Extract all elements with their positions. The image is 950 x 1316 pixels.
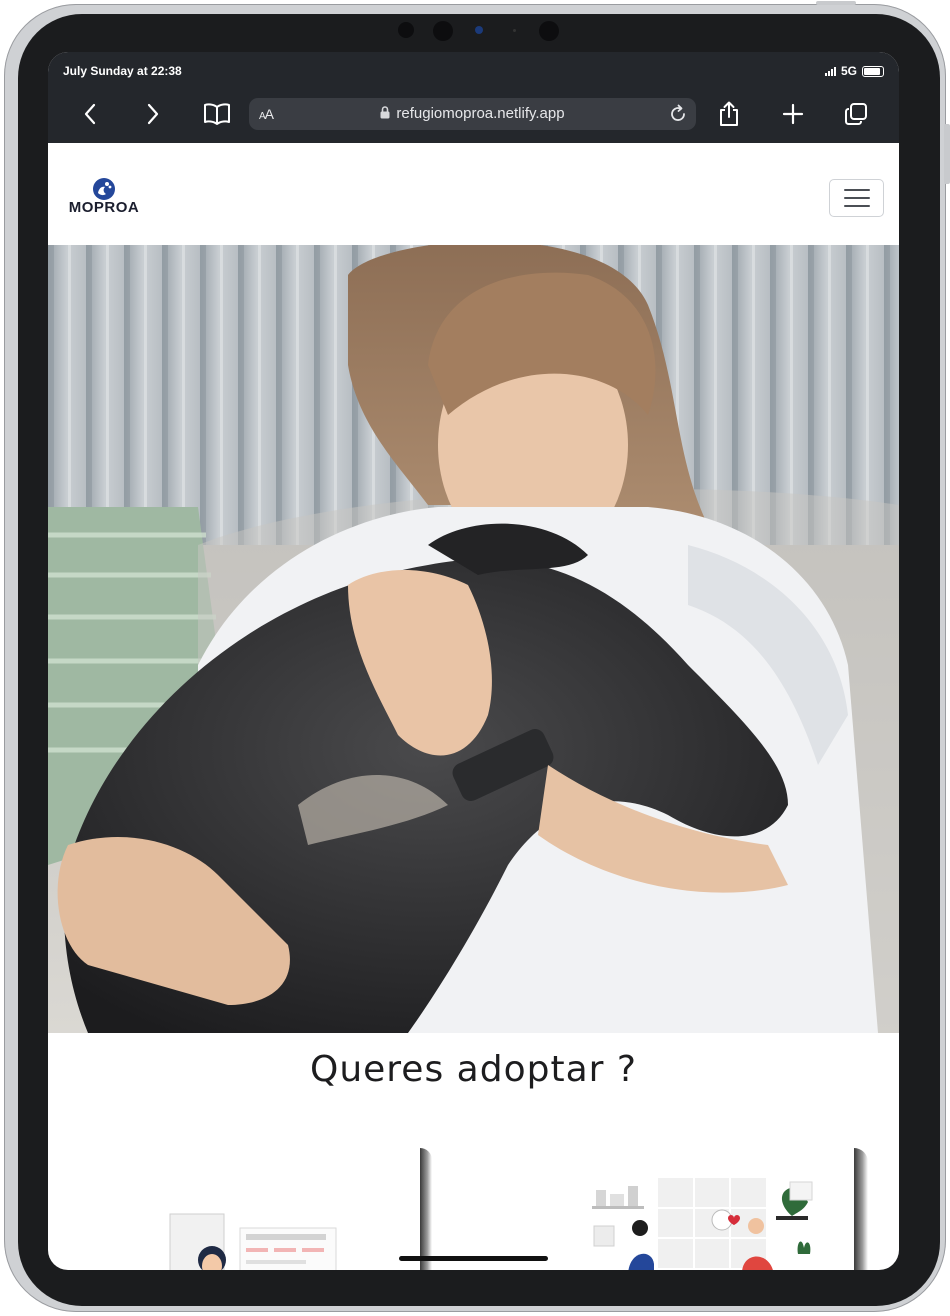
- browser-toolbar: AA refugiomoproa.netlify.app: [48, 96, 899, 132]
- site-navbar: MOPROA: [48, 143, 899, 245]
- card-shadow: [854, 1148, 868, 1270]
- top-button: [816, 1, 856, 5]
- hero-photo: [48, 245, 899, 1033]
- address-bar[interactable]: AA refugiomoproa.netlify.app: [249, 98, 696, 130]
- card-shadow: [420, 1148, 432, 1270]
- battery-icon: [862, 65, 884, 77]
- camera-sensor: [398, 22, 414, 38]
- browser-chrome: July Sunday at 22:38 5G AA refugiomoproa…: [48, 52, 899, 143]
- chevron-left-icon: [84, 103, 96, 125]
- plus-icon: [782, 103, 804, 125]
- reload-icon: [671, 104, 685, 121]
- signal-icon: [824, 66, 836, 76]
- camera-sensor: [539, 21, 559, 41]
- address-url: refugiomoproa.netlify.app: [396, 105, 565, 122]
- adoption-cards: [48, 1148, 899, 1270]
- section-heading: Queres adoptar ?: [310, 1049, 637, 1090]
- screen: July Sunday at 22:38 5G AA refugiomoproa…: [48, 52, 899, 1270]
- book-icon: [204, 103, 230, 125]
- logo-text: MOPROA: [68, 199, 140, 216]
- site-logo[interactable]: MOPROA: [66, 178, 142, 223]
- status-indicators: 5G: [824, 64, 884, 78]
- camera-sensor: [433, 21, 453, 41]
- forward-button[interactable]: [135, 96, 171, 132]
- new-tab-button[interactable]: [775, 96, 811, 132]
- hamburger-icon-bar: [843, 189, 870, 191]
- home-indicator[interactable]: [399, 1256, 548, 1261]
- status-bar: July Sunday at 22:38 5G: [63, 64, 884, 80]
- address-url-wrap: refugiomoproa.netlify.app: [249, 105, 696, 122]
- camera-lens: [475, 26, 483, 34]
- network-label: 5G: [840, 64, 857, 78]
- back-button[interactable]: [72, 96, 108, 132]
- tabs-icon: [845, 103, 867, 125]
- paw-globe-icon: [93, 178, 115, 200]
- status-time: July Sunday at 22:38: [63, 64, 182, 78]
- reload-button[interactable]: [668, 104, 688, 129]
- adoption-form-illustration: [169, 1213, 337, 1270]
- volume-button: [944, 124, 950, 184]
- chevron-right-icon: [147, 103, 159, 125]
- camera-sensor: [513, 29, 516, 32]
- lock-icon: [380, 106, 390, 119]
- hamburger-icon-bar: [843, 197, 870, 199]
- hero-image: [48, 245, 899, 1033]
- menu-toggle-button[interactable]: [829, 179, 884, 217]
- adoption-meeting-illustration: [592, 1178, 813, 1270]
- bookmarks-button[interactable]: [199, 96, 235, 132]
- share-button[interactable]: [711, 96, 747, 132]
- share-icon: [720, 101, 738, 126]
- hamburger-icon-bar: [843, 205, 870, 207]
- tabs-button[interactable]: [838, 96, 874, 132]
